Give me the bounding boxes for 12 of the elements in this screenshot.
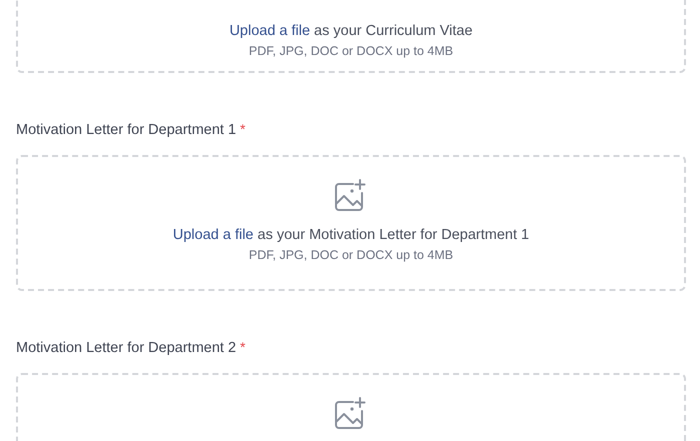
file-hint: PDF, JPG, DOC or DOCX up to 4MB — [248, 44, 454, 58]
required-mark: * — [240, 339, 246, 355]
upload-link[interactable]: Upload a file — [172, 227, 254, 243]
file-hint: PDF, JPG, DOC or DOCX up to 4MB — [248, 248, 454, 262]
upload-text: as your Curriculum Vitae — [314, 23, 473, 39]
required-mark: * — [240, 121, 246, 137]
field-label: Motivation Letter for Department 1 — [16, 122, 236, 138]
upload-text: as your Motivation Letter for Department 1 — [258, 227, 530, 243]
dropzone[interactable]: Upload a file as your Curriculum Vitae PDF, JPG, DOC or DOCX up to 4MB — [16, 0, 686, 73]
field-label: Motivation Letter for Department 2 — [16, 340, 236, 356]
upload-link[interactable]: Upload a file — [229, 23, 310, 39]
dropzone[interactable]: Upload a file as your Motivation Letter for Department 1 PDF, JPG, DOC or DOCX up to 4MB — [16, 155, 686, 291]
